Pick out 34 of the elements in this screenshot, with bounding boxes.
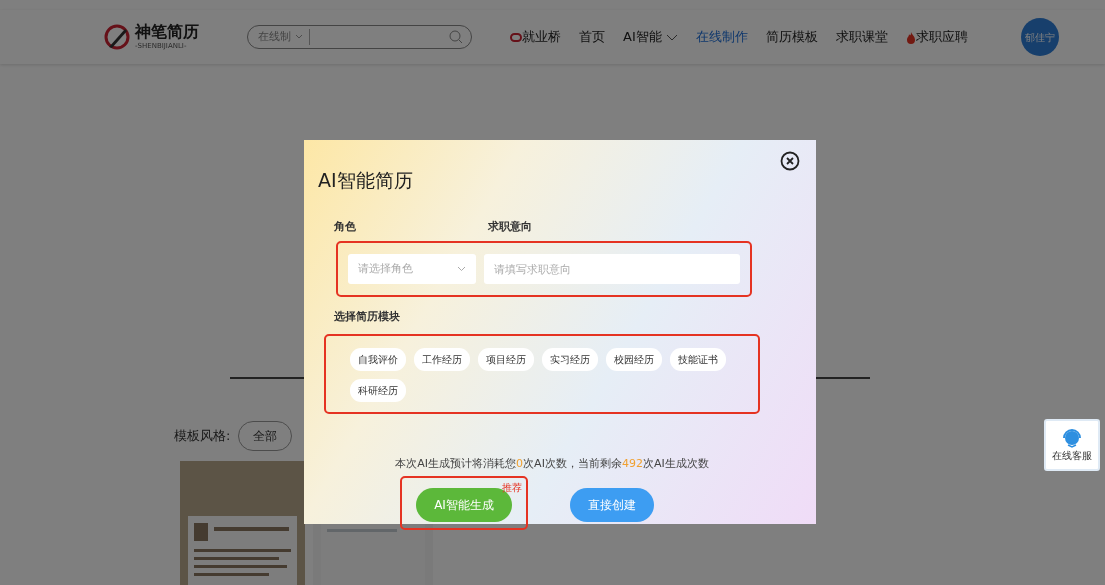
notice-text: 本次AI生成预计将消耗您0次AI次数，当前剩余492次AI生成次数 [394, 455, 710, 472]
logo-icon [103, 23, 131, 51]
nav-link[interactable]: 简历模板 [765, 27, 818, 47]
nav-link[interactable]: 求职课堂 [835, 27, 888, 47]
logo-text: 神笔简历 [135, 22, 199, 41]
module-chip[interactable]: 科研经历 [350, 378, 406, 402]
create-button[interactable]: 直接创建 [569, 488, 654, 522]
field-label: 求职意向 [488, 218, 532, 235]
role-select[interactable]: 请选择角色 [348, 254, 476, 284]
chevron-down-icon [294, 33, 303, 40]
module-chip[interactable]: 技能证书 [670, 347, 726, 371]
chevron-down-icon [665, 34, 678, 42]
module-chip[interactable]: 工作经历 [414, 347, 470, 371]
nav-link[interactable]: 就业桥 [510, 27, 561, 47]
field-label: 角色 [334, 218, 357, 235]
headset-agent-icon [1062, 427, 1082, 448]
nav-link[interactable]: 求职应聘 [905, 27, 968, 47]
service-label: 在线客服 [1052, 448, 1092, 463]
flame-icon [905, 31, 916, 44]
nav-link[interactable]: AI智能 [623, 27, 678, 47]
user-avatar[interactable]: 郁佳宁 [1021, 18, 1059, 56]
module-chip[interactable]: 自我评价 [350, 347, 406, 371]
module-chip[interactable]: 校园经历 [606, 347, 662, 371]
customer-service-button[interactable]: 在线客服 [1044, 419, 1100, 471]
intent-field[interactable]: 请填写求职意向 [483, 254, 740, 284]
nav-link[interactable]: 在线制作 [695, 27, 748, 47]
modal-title: AI智能简历 [318, 168, 414, 193]
filter-label: 模板风格: [174, 427, 231, 446]
module-chip[interactable]: 实习经历 [542, 347, 598, 371]
chevron-down-icon [456, 266, 466, 272]
module-chip[interactable]: 项目经历 [478, 347, 534, 371]
section-label: 选择简历模块 [334, 309, 401, 325]
filter-button[interactable]: 全部 [238, 421, 293, 451]
nav-link[interactable]: 首页 [579, 27, 605, 47]
